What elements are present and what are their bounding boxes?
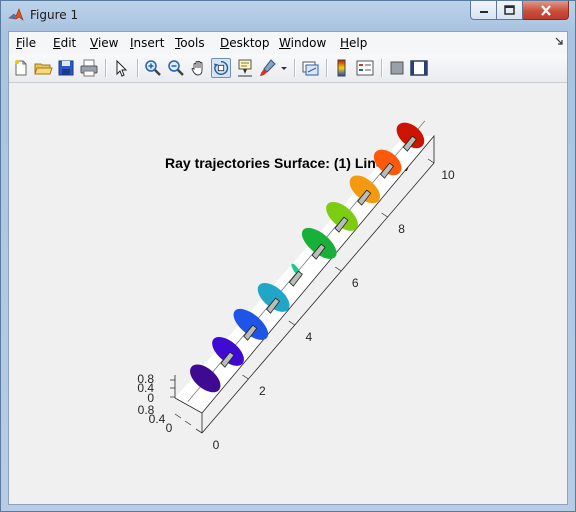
menu-tools[interactable]: Tools xyxy=(175,36,205,50)
x-ticks: 0 2 4 6 8 10 xyxy=(195,158,455,452)
x-tick-mark xyxy=(242,374,249,380)
close-button[interactable] xyxy=(523,1,569,20)
z-tick-label: 0.8 xyxy=(137,372,154,386)
x-tick-mark xyxy=(381,212,388,218)
edit-plot-icon[interactable] xyxy=(111,58,131,78)
x-tick-mark xyxy=(427,158,435,164)
data-cursor-icon[interactable] xyxy=(235,58,255,78)
print-icon[interactable] xyxy=(79,58,99,78)
dock-arrow-icon[interactable] xyxy=(555,37,563,45)
x-axis-line xyxy=(201,162,435,434)
menu-file[interactable]: File xyxy=(16,36,36,50)
axes-top-face xyxy=(175,136,434,413)
minimize-icon xyxy=(479,11,488,13)
close-icon xyxy=(540,4,551,16)
x-tick-label: 0 xyxy=(213,438,220,452)
x-tick-mark xyxy=(288,320,295,326)
zoom-out-icon[interactable] xyxy=(166,58,186,78)
menu-window[interactable]: Window xyxy=(279,36,326,50)
window-title: Figure 1 xyxy=(30,8,79,22)
x-tick-mark xyxy=(335,266,342,272)
rotate-3d-icon xyxy=(213,60,229,76)
figure-client-area: File Edit View Insert Tools Desktop Wind… xyxy=(8,31,568,505)
menu-view[interactable]: View xyxy=(90,36,118,50)
insert-colorbar-icon[interactable] xyxy=(332,58,352,78)
figure-window: Figure 1 File Edit View Insert Tools Des… xyxy=(0,0,576,512)
title-bar[interactable]: Figure 1 xyxy=(1,1,575,31)
x-tick-label: 8 xyxy=(398,222,405,236)
link-plot-icon[interactable] xyxy=(300,58,320,78)
toolbar-separator xyxy=(137,59,139,77)
matlab-logo-icon xyxy=(8,8,24,21)
pan-icon[interactable] xyxy=(189,58,209,78)
toolbar-separator xyxy=(381,59,383,77)
open-file-icon[interactable] xyxy=(33,58,53,78)
save-icon[interactable] xyxy=(56,58,76,78)
new-figure-icon[interactable] xyxy=(11,58,31,78)
menu-insert[interactable]: Insert xyxy=(130,36,164,50)
y-tick-label: 0.8 xyxy=(138,403,155,417)
menu-edit[interactable]: Edit xyxy=(53,36,76,50)
show-plot-tools-icon[interactable] xyxy=(409,58,429,78)
z-ticks: 0 0.4 0.8 xyxy=(137,372,175,405)
axes-edges xyxy=(201,134,435,414)
minimize-button[interactable] xyxy=(470,1,497,20)
axes-3d[interactable]: 0246810 0 0.4 0.8 0 0.4 0.8 xyxy=(9,83,567,504)
menu-help[interactable]: Help xyxy=(340,36,367,50)
toolbar-separator xyxy=(294,59,296,77)
rotate-3d-button[interactable] xyxy=(211,58,231,78)
x-tick-label: 2 xyxy=(259,384,266,398)
y-tick-label: 0 xyxy=(166,421,173,435)
menu-bar: File Edit View Insert Tools Desktop Wind… xyxy=(9,32,567,54)
brush-dropdown-icon[interactable] xyxy=(279,58,289,78)
x-tick-label: 10 xyxy=(441,168,455,182)
hide-plot-tools-icon[interactable] xyxy=(387,58,407,78)
figure-canvas[interactable]: Ray trajectories Surface: (1) Line: (1) … xyxy=(9,83,567,504)
brush-icon[interactable] xyxy=(258,58,278,78)
toolbar-separator xyxy=(105,59,107,77)
insert-legend-icon[interactable] xyxy=(355,58,375,78)
x-tick-label: 6 xyxy=(352,276,359,290)
zoom-in-icon[interactable] xyxy=(143,58,163,78)
x-tick-label: 4 xyxy=(305,330,312,344)
maximize-button[interactable] xyxy=(497,1,523,20)
menu-desktop[interactable]: Desktop xyxy=(220,36,270,50)
maximize-icon xyxy=(504,5,515,15)
toolbar-separator xyxy=(326,59,328,77)
figure-toolbar xyxy=(9,54,567,83)
